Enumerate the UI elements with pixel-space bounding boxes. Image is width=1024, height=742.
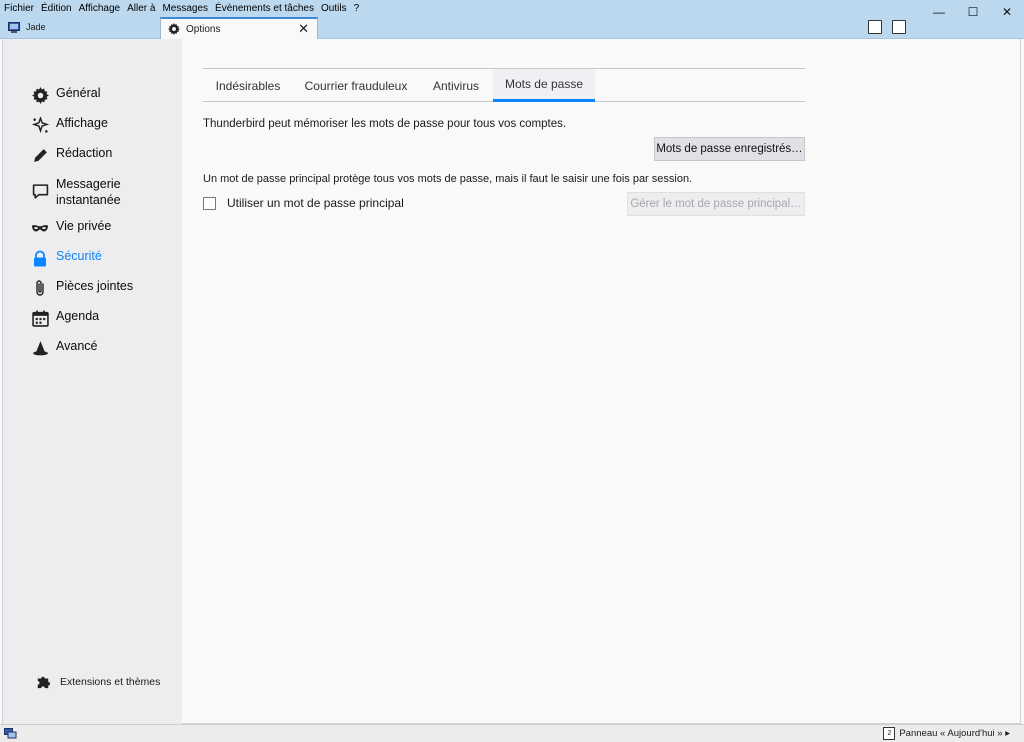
lock-icon	[31, 249, 49, 267]
sidebar	[3, 39, 182, 724]
sidebar-item-securite[interactable]: Sécurité	[31, 249, 102, 267]
menu-edition[interactable]: Édition	[41, 3, 72, 14]
sidebar-item-messagerie[interactable]: Messagerie instantanée	[31, 176, 151, 208]
sidebar-item-label: Rédaction	[56, 146, 113, 160]
tab-mail[interactable]: Jade	[8, 16, 46, 38]
sidebar-item-avance[interactable]: Avancé	[31, 339, 97, 357]
extensions-themes-link[interactable]: Extensions et thèmes	[36, 675, 160, 689]
chat-icon	[31, 182, 49, 200]
sidebar-item-label: Général	[56, 86, 101, 100]
security-tabs: Indésirables Courrier frauduleux Antivir…	[203, 68, 805, 102]
calendar-icon	[31, 309, 49, 327]
tasks-icon[interactable]	[892, 20, 906, 34]
wizard-hat-icon	[31, 339, 49, 357]
saved-passwords-button[interactable]: Mots de passe enregistrés…	[654, 137, 805, 161]
sidebar-item-label: Agenda	[56, 309, 100, 323]
sidebar-item-label: Vie privée	[56, 219, 112, 233]
extensions-themes-label: Extensions et thèmes	[60, 676, 161, 688]
tab-options[interactable]: Options ✕	[160, 17, 318, 39]
calendar-icon[interactable]	[868, 20, 882, 34]
tab-mail-label: Jade	[26, 22, 46, 32]
tab-indesirables[interactable]: Indésirables	[203, 69, 293, 102]
tab-mots-de-passe[interactable]: Mots de passe	[493, 69, 595, 102]
paperclip-icon	[31, 279, 49, 297]
tab-options-label: Options	[186, 23, 221, 35]
tab-courrier-frauduleux[interactable]: Courrier frauduleux	[293, 69, 419, 102]
sidebar-item-vie-privee[interactable]: Vie privée	[31, 219, 111, 237]
manage-master-password-button: Gérer le mot de passe principal…	[627, 192, 805, 216]
master-password-checkbox[interactable]	[203, 196, 216, 210]
master-password-intro: Un mot de passe principal protège tous v…	[203, 173, 693, 185]
menu-affichage[interactable]: Affichage	[79, 3, 121, 14]
strip-toolbar	[858, 20, 906, 34]
today-pane-toggle[interactable]: 2 Panneau « Aujourd'hui » ▸	[883, 727, 1010, 740]
sparkle-icon	[31, 116, 49, 134]
master-password-row: Utiliser un mot de passe principal	[203, 196, 404, 210]
sidebar-item-agenda[interactable]: Agenda	[31, 309, 99, 327]
menu-outils[interactable]: Outils	[321, 3, 347, 14]
tab-strip: Jade Options ✕	[0, 16, 1024, 39]
today-pane-label: Panneau « Aujourd'hui » ▸	[899, 728, 1010, 739]
menu-evenements[interactable]: Évènements et tâches	[215, 3, 314, 14]
sidebar-item-label: Pièces jointes	[56, 279, 134, 293]
sidebar-item-label: Affichage	[56, 116, 108, 130]
mail-folder-icon	[8, 21, 20, 33]
pencil-icon	[31, 146, 49, 164]
sidebar-item-pieces-jointes[interactable]: Pièces jointes	[31, 279, 133, 297]
sidebar-item-label: Avancé	[56, 339, 98, 353]
mask-icon	[31, 219, 49, 237]
tab-antivirus[interactable]: Antivirus	[419, 69, 493, 102]
close-tab-button[interactable]: ✕	[298, 21, 309, 37]
gear-icon	[168, 23, 180, 35]
online-status-icon[interactable]	[4, 728, 17, 739]
status-bar: 2 Panneau « Aujourd'hui » ▸	[0, 724, 1024, 742]
menu-help[interactable]: ?	[354, 3, 360, 14]
passwords-intro: Thunderbird peut mémoriser les mots de p…	[203, 118, 567, 130]
gear-icon	[31, 86, 49, 104]
sidebar-item-label: Sécurité	[56, 249, 102, 263]
puzzle-icon	[36, 675, 50, 689]
menu-bar: Fichier Édition Affichage Aller à Messag…	[0, 0, 1024, 16]
sidebar-item-label: Messagerie instantanée	[56, 177, 121, 207]
menu-messages[interactable]: Messages	[162, 3, 208, 14]
sidebar-item-affichage[interactable]: Affichage	[31, 116, 108, 134]
master-password-checkbox-label[interactable]: Utiliser un mot de passe principal	[227, 196, 404, 210]
menu-aller-a[interactable]: Aller à	[127, 3, 155, 14]
sidebar-item-general[interactable]: Général	[31, 86, 100, 104]
today-calendar-icon: 2	[883, 727, 896, 740]
sidebar-item-redaction[interactable]: Rédaction	[31, 146, 112, 164]
menu-fichier[interactable]: Fichier	[4, 3, 34, 14]
